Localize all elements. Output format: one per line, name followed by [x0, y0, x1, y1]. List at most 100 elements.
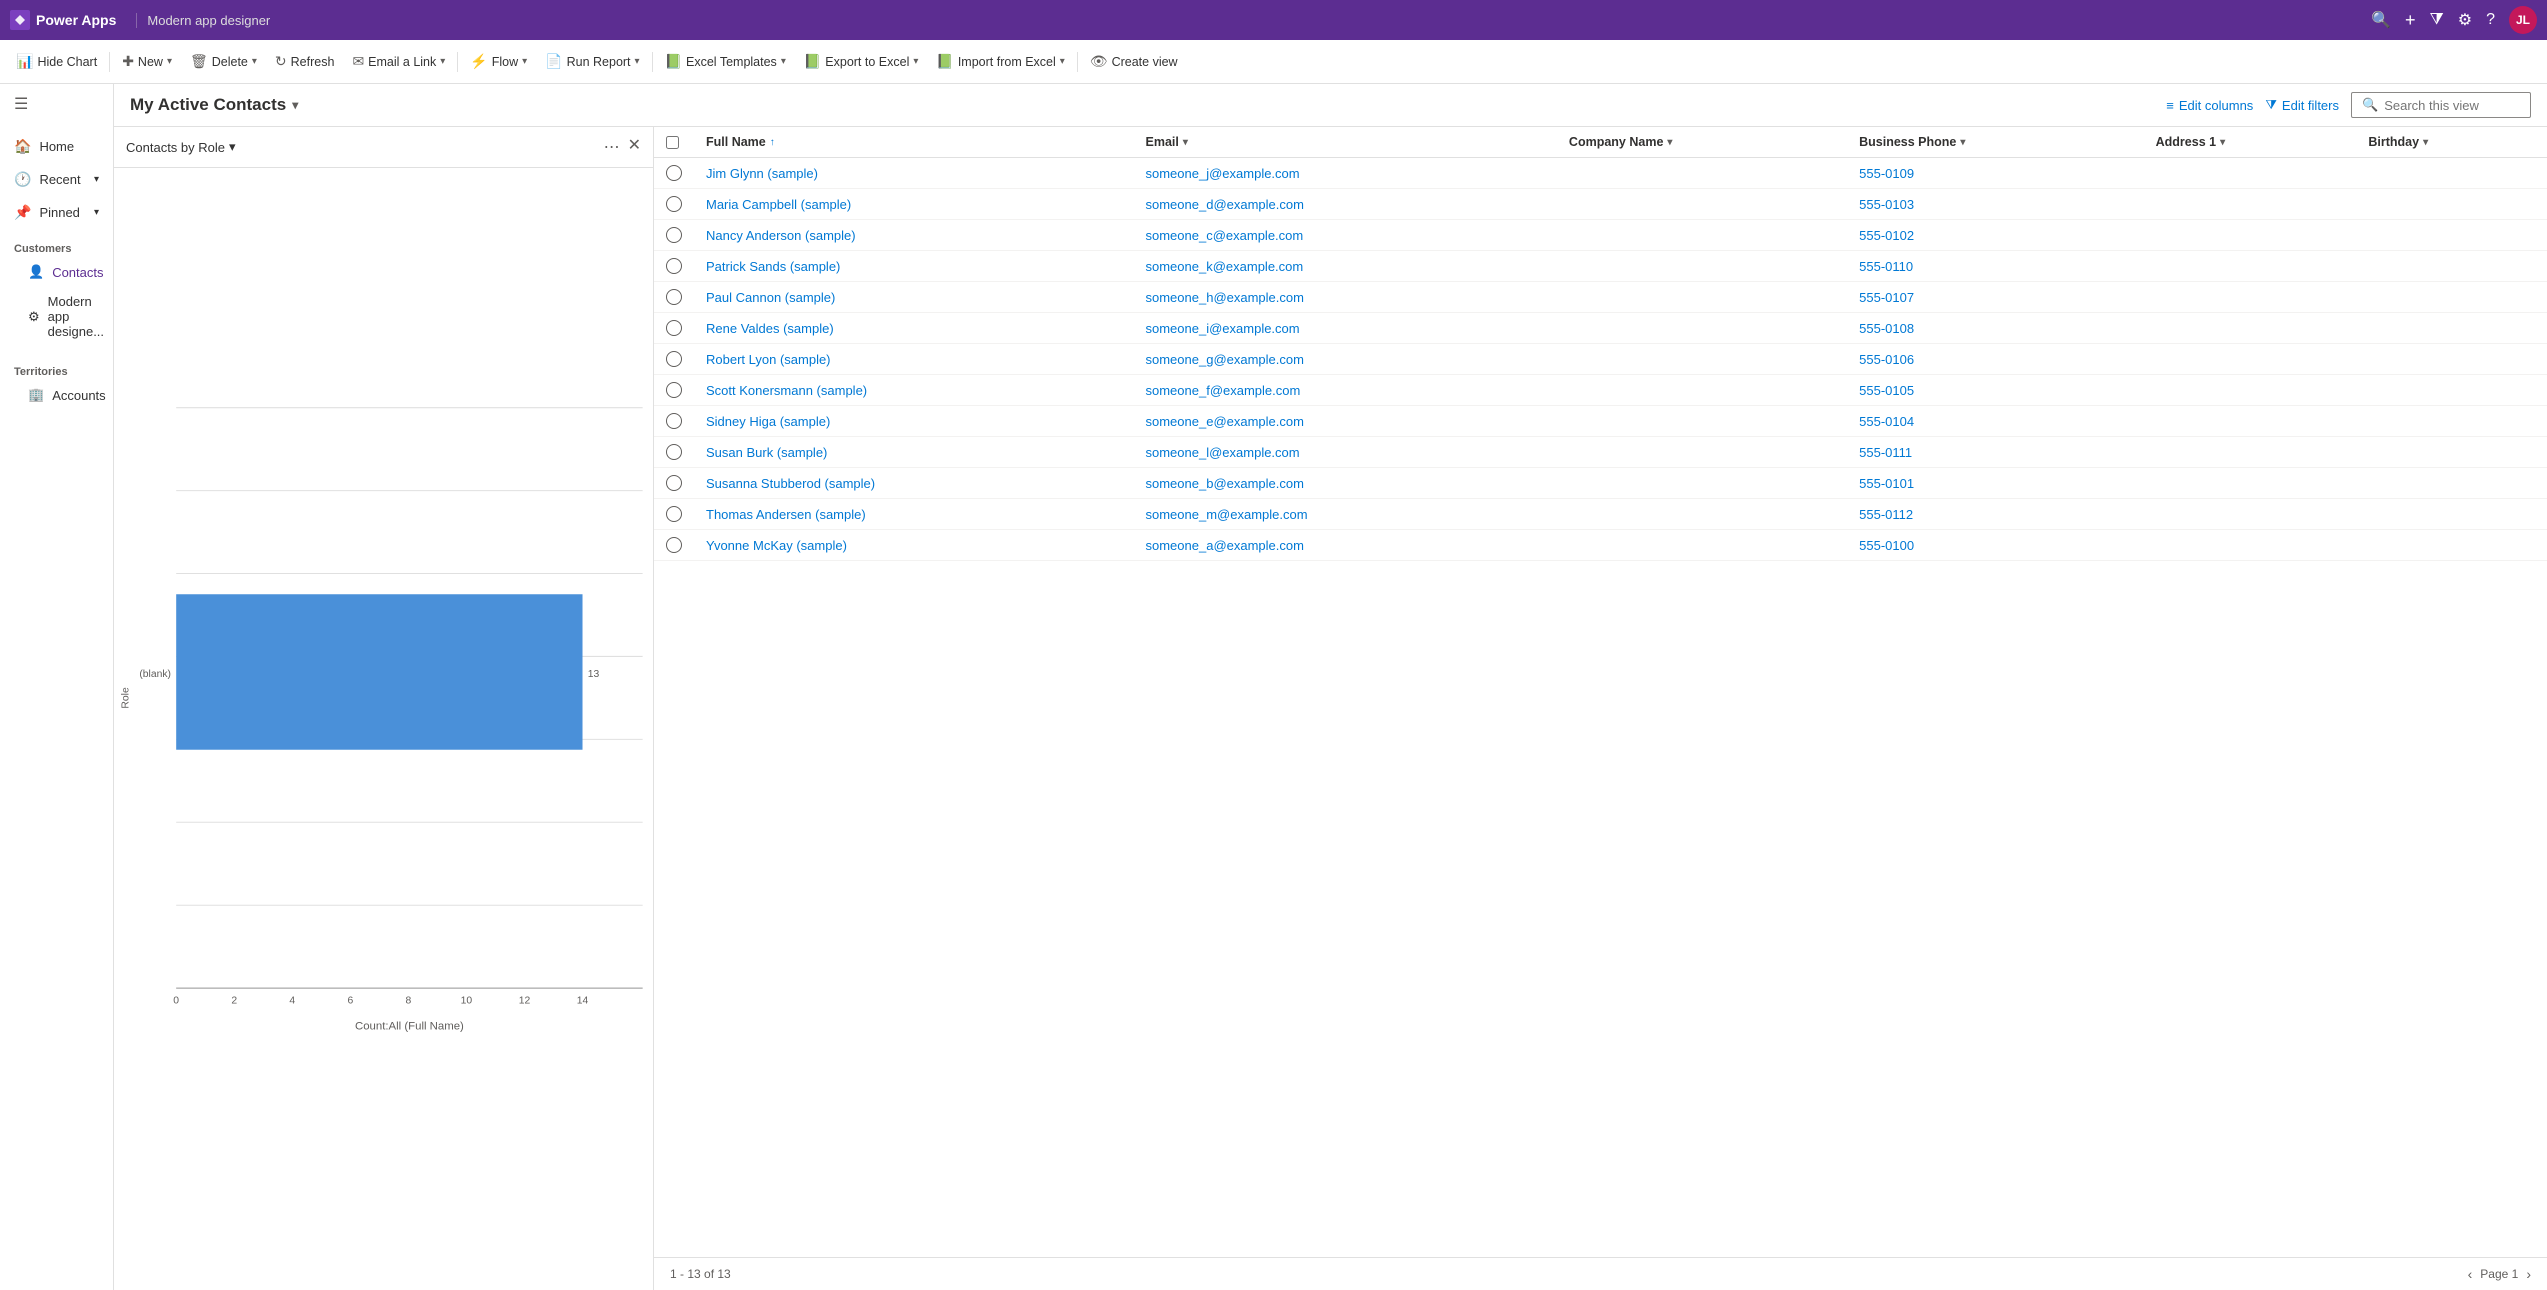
export-dropdown-arrow[interactable]: ▾: [913, 56, 918, 67]
cell-phone[interactable]: 555-0106: [1847, 344, 2144, 375]
edit-columns-button[interactable]: ≡ Edit columns: [2166, 98, 2253, 113]
flow-button[interactable]: ⚡ Flow ▾: [462, 48, 535, 75]
import-excel-button[interactable]: 📗 Import from Excel ▾: [928, 48, 1072, 75]
row-select-circle[interactable]: [666, 165, 682, 181]
delete-button[interactable]: 🗑 Delete ▾: [182, 48, 265, 75]
cell-phone[interactable]: 555-0102: [1847, 220, 2144, 251]
hide-chart-button[interactable]: 📊 Hide Chart: [8, 48, 105, 75]
search-view-box[interactable]: 🔍: [2351, 92, 2531, 118]
row-select-circle[interactable]: [666, 258, 682, 274]
cell-full-name[interactable]: Scott Konersmann (sample): [694, 375, 1134, 406]
cell-email[interactable]: someone_j@example.com: [1134, 158, 1557, 189]
excel-templates-button[interactable]: 📗 Excel Templates ▾: [657, 48, 794, 75]
row-select-circle[interactable]: [666, 351, 682, 367]
cell-email[interactable]: someone_i@example.com: [1134, 313, 1557, 344]
sidebar-item-accounts[interactable]: 🏢 Accounts: [0, 380, 113, 410]
cell-full-name[interactable]: Robert Lyon (sample): [694, 344, 1134, 375]
prev-page-button[interactable]: ‹: [2468, 1266, 2473, 1282]
new-button[interactable]: ✚ New ▾: [114, 48, 180, 75]
cell-full-name[interactable]: Susanna Stubberod (sample): [694, 468, 1134, 499]
email-dropdown-arrow[interactable]: ▾: [440, 56, 445, 67]
sidebar-item-home[interactable]: 🏠 Home: [0, 130, 113, 163]
th-email[interactable]: Email ▾: [1134, 127, 1557, 158]
row-select-circle[interactable]: [666, 320, 682, 336]
cell-email[interactable]: someone_k@example.com: [1134, 251, 1557, 282]
cell-email[interactable]: someone_e@example.com: [1134, 406, 1557, 437]
search-view-input[interactable]: [2384, 98, 2520, 113]
cell-phone[interactable]: 555-0104: [1847, 406, 2144, 437]
cell-full-name[interactable]: Sidney Higa (sample): [694, 406, 1134, 437]
excel-templates-dropdown[interactable]: ▾: [781, 56, 786, 67]
row-select-circle[interactable]: [666, 506, 682, 522]
cell-phone[interactable]: 555-0108: [1847, 313, 2144, 344]
filter-icon[interactable]: ⧩: [2429, 11, 2443, 29]
refresh-button[interactable]: ↻ Refresh: [267, 48, 343, 75]
row-select-circle[interactable]: [666, 444, 682, 460]
search-icon[interactable]: 🔍: [2371, 10, 2391, 30]
th-company-name[interactable]: Company Name ▾: [1557, 127, 1847, 158]
run-report-button[interactable]: 📄 Run Report ▾: [537, 48, 647, 75]
cell-phone[interactable]: 555-0105: [1847, 375, 2144, 406]
sidebar-item-modern-app[interactable]: ⚙ Modern app designe...: [0, 287, 113, 346]
row-select-circle[interactable]: [666, 196, 682, 212]
row-select-circle[interactable]: [666, 537, 682, 553]
cell-phone[interactable]: 555-0110: [1847, 251, 2144, 282]
select-all-checkbox[interactable]: [666, 136, 679, 149]
run-report-dropdown-arrow[interactable]: ▾: [635, 56, 640, 67]
row-select-circle[interactable]: [666, 475, 682, 491]
cell-phone[interactable]: 555-0100: [1847, 530, 2144, 561]
cell-full-name[interactable]: Susan Burk (sample): [694, 437, 1134, 468]
new-dropdown-arrow[interactable]: ▾: [167, 56, 172, 67]
sidebar-item-recent[interactable]: 🕐 Recent ▾: [0, 163, 113, 196]
edit-filters-button[interactable]: ⧩ Edit filters: [2265, 97, 2339, 113]
cell-full-name[interactable]: Rene Valdes (sample): [694, 313, 1134, 344]
cell-phone[interactable]: 555-0112: [1847, 499, 2144, 530]
add-icon[interactable]: +: [2405, 10, 2416, 31]
export-excel-button[interactable]: 📗 Export to Excel ▾: [796, 48, 927, 75]
th-business-phone[interactable]: Business Phone ▾: [1847, 127, 2144, 158]
menu-icon[interactable]: ☰: [0, 84, 113, 124]
cell-email[interactable]: someone_a@example.com: [1134, 530, 1557, 561]
th-address1[interactable]: Address 1 ▾: [2144, 127, 2357, 158]
cell-email[interactable]: someone_c@example.com: [1134, 220, 1557, 251]
row-select-circle[interactable]: [666, 413, 682, 429]
help-icon[interactable]: ?: [2486, 11, 2495, 29]
chart-more-icon[interactable]: ⋯: [600, 135, 624, 159]
sidebar-item-pinned[interactable]: 📌 Pinned ▾: [0, 196, 113, 229]
cell-phone[interactable]: 555-0103: [1847, 189, 2144, 220]
cell-email[interactable]: someone_g@example.com: [1134, 344, 1557, 375]
th-full-name[interactable]: Full Name ↑: [694, 127, 1134, 158]
cell-email[interactable]: someone_l@example.com: [1134, 437, 1557, 468]
row-select-circle[interactable]: [666, 289, 682, 305]
flow-dropdown-arrow[interactable]: ▾: [522, 56, 527, 67]
cell-full-name[interactable]: Maria Campbell (sample): [694, 189, 1134, 220]
view-title-chevron[interactable]: ▾: [292, 98, 298, 112]
create-view-button[interactable]: 👁 Create view: [1082, 48, 1186, 75]
bar-blank[interactable]: [176, 594, 582, 749]
cell-email[interactable]: someone_m@example.com: [1134, 499, 1557, 530]
cell-phone[interactable]: 555-0109: [1847, 158, 2144, 189]
cell-full-name[interactable]: Nancy Anderson (sample): [694, 220, 1134, 251]
delete-dropdown-arrow[interactable]: ▾: [252, 56, 257, 67]
cell-full-name[interactable]: Yvonne McKay (sample): [694, 530, 1134, 561]
cell-full-name[interactable]: Thomas Andersen (sample): [694, 499, 1134, 530]
settings-icon[interactable]: ⚙: [2458, 10, 2472, 30]
cell-email[interactable]: someone_f@example.com: [1134, 375, 1557, 406]
cell-full-name[interactable]: Patrick Sands (sample): [694, 251, 1134, 282]
cell-full-name[interactable]: Jim Glynn (sample): [694, 158, 1134, 189]
chart-close-icon[interactable]: ✕: [628, 135, 641, 159]
next-page-button[interactable]: ›: [2526, 1266, 2531, 1282]
cell-email[interactable]: someone_d@example.com: [1134, 189, 1557, 220]
email-link-button[interactable]: ✉ Email a Link ▾: [344, 48, 453, 75]
cell-email[interactable]: someone_h@example.com: [1134, 282, 1557, 313]
cell-full-name[interactable]: Paul Cannon (sample): [694, 282, 1134, 313]
cell-phone[interactable]: 555-0111: [1847, 437, 2144, 468]
sidebar-item-contacts[interactable]: 👤 Contacts: [0, 257, 113, 287]
cell-phone[interactable]: 555-0107: [1847, 282, 2144, 313]
import-dropdown-arrow[interactable]: ▾: [1060, 56, 1065, 67]
row-select-circle[interactable]: [666, 382, 682, 398]
row-select-circle[interactable]: [666, 227, 682, 243]
cell-phone[interactable]: 555-0101: [1847, 468, 2144, 499]
avatar[interactable]: JL: [2509, 6, 2537, 34]
th-birthday[interactable]: Birthday ▾: [2356, 127, 2547, 158]
